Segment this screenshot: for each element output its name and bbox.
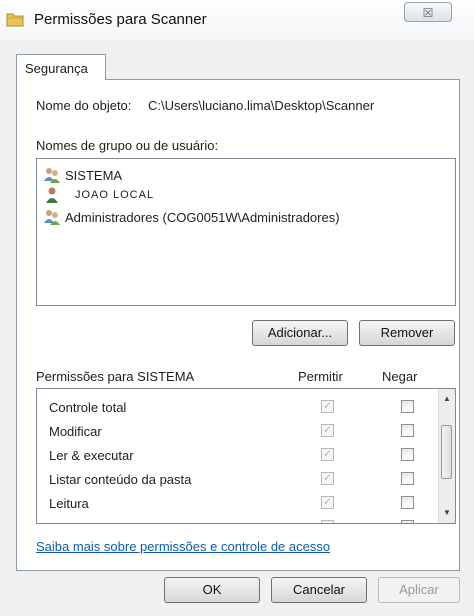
user-icon <box>46 187 58 203</box>
ok-button[interactable]: OK <box>164 577 260 603</box>
permission-name: Ler & executar <box>49 448 134 463</box>
scroll-down-icon[interactable]: ▼ <box>439 505 455 521</box>
permission-row: Ler & executar ✓ <box>49 445 429 467</box>
permissions-label: Permissões para SISTEMA <box>36 369 195 384</box>
scroll-up-icon[interactable]: ▲ <box>439 391 455 407</box>
user-name: JOAO LOCAL <box>75 189 155 201</box>
permission-name: Listar conteúdo da pasta <box>49 472 192 487</box>
title-bar: Permissões para Scanner ☒ <box>0 0 474 40</box>
users-list-label: Nomes de grupo ou de usuário: <box>36 138 219 153</box>
permission-row: Listar conteúdo da pasta ✓ <box>49 469 429 491</box>
allow-checkbox[interactable]: ✓ <box>321 448 334 461</box>
object-name-value: C:\Users\luciano.lima\Desktop\Scanner <box>148 98 375 113</box>
permission-row: Modificar ✓ <box>49 421 429 443</box>
allow-column-header: Permitir <box>298 369 343 384</box>
remove-button[interactable]: Remover <box>359 320 455 346</box>
permissions-list: Controle total ✓ Modificar ✓ Ler & execu… <box>36 388 456 524</box>
object-name-label: Nome do objeto: <box>36 98 132 113</box>
cancel-button[interactable]: Cancelar <box>271 577 367 603</box>
permission-name: Leitura <box>49 496 89 511</box>
permission-name: Modificar <box>49 424 102 439</box>
deny-column-header: Negar <box>382 369 418 384</box>
deny-checkbox[interactable] <box>401 496 414 509</box>
close-button[interactable]: ☒ <box>404 2 452 22</box>
allow-checkbox[interactable]: ✓ <box>321 400 334 413</box>
permission-name: Controle total <box>49 400 127 415</box>
allow-checkbox[interactable]: ✓ <box>321 424 334 437</box>
users-group-icon <box>44 210 60 225</box>
deny-checkbox[interactable] <box>401 400 414 413</box>
user-name: SISTEMA <box>65 167 123 183</box>
deny-checkbox[interactable] <box>401 424 414 437</box>
window-title: Permissões para Scanner <box>34 11 207 28</box>
list-item[interactable]: Administradores (COG0051W\Administradore… <box>43 207 340 227</box>
user-name: Administradores (COG0051W\Administradore… <box>65 209 340 225</box>
users-list[interactable]: SISTEMA JOAO LOCAL Administradores (COG0… <box>36 158 456 306</box>
allow-checkbox[interactable]: ✓ <box>321 472 334 485</box>
users-group-icon <box>44 168 60 183</box>
tab-security[interactable]: Segurança <box>16 54 106 80</box>
learn-more-link[interactable]: Saiba mais sobre permissões e controle d… <box>36 539 330 554</box>
allow-checkbox[interactable] <box>321 520 334 523</box>
allow-checkbox[interactable]: ✓ <box>321 496 334 509</box>
permission-row: Leitura ✓ <box>49 493 429 515</box>
permissions-scrollbar[interactable]: ▲ ▼ <box>438 389 455 523</box>
permission-row: Controle total ✓ <box>49 397 429 419</box>
deny-checkbox[interactable] <box>401 472 414 485</box>
list-item[interactable]: SISTEMA <box>43 165 122 185</box>
apply-button: Aplicar <box>378 577 460 603</box>
permission-row <box>49 517 429 523</box>
list-item[interactable]: JOAO LOCAL <box>43 185 154 205</box>
folder-icon <box>6 13 24 27</box>
deny-checkbox[interactable] <box>401 520 414 523</box>
deny-checkbox[interactable] <box>401 448 414 461</box>
add-button[interactable]: Adicionar... <box>252 320 348 346</box>
scroll-thumb[interactable] <box>441 425 452 479</box>
